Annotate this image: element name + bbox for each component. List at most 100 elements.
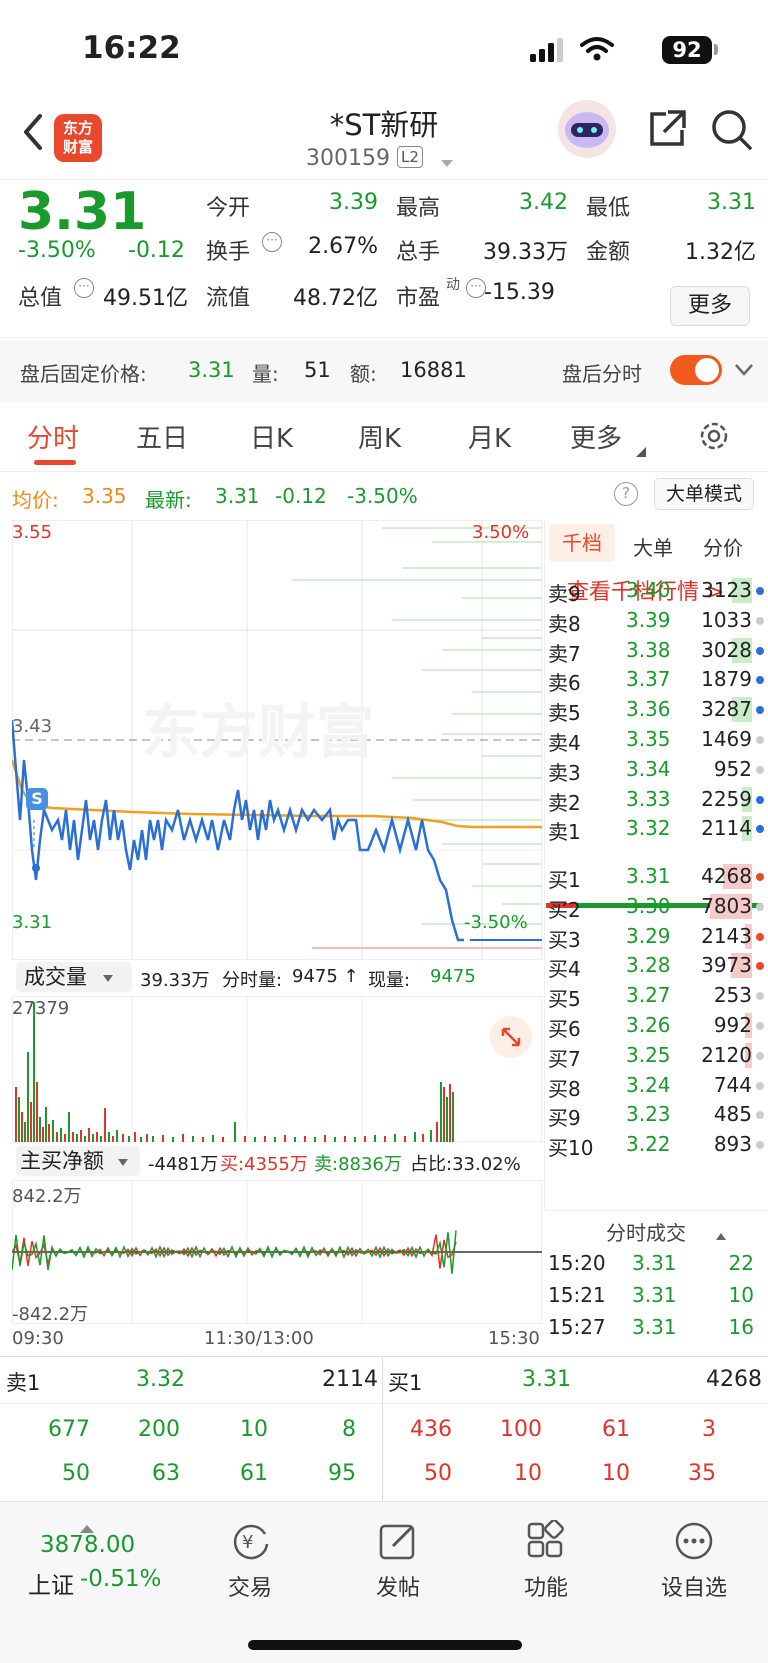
ask-row[interactable]: 卖9 3.40 3123 xyxy=(546,576,766,606)
volume-chart[interactable]: 27379 xyxy=(11,995,543,1143)
tab-dayk[interactable]: 日K xyxy=(250,418,293,455)
bid-row[interactable]: 买6 3.26 992 xyxy=(546,1011,766,1041)
level-volume: 2143 xyxy=(701,923,752,948)
volume-bar xyxy=(76,1134,78,1142)
settings-gear-icon[interactable] xyxy=(696,418,732,454)
robot-assistant-icon[interactable] xyxy=(558,100,616,158)
tab-fenshi[interactable]: 分时 xyxy=(27,418,79,455)
volume-bar xyxy=(443,1087,445,1142)
level-price: 3.26 xyxy=(626,1013,671,1037)
battery-tip xyxy=(714,44,718,55)
tick-volume: 16 xyxy=(728,1315,754,1339)
tab-weekk[interactable]: 周K xyxy=(358,418,401,455)
level-price: 3.31 xyxy=(626,864,671,888)
index-name[interactable]: 上证 xyxy=(28,1566,74,1600)
more-button[interactable]: 更多 xyxy=(670,286,750,326)
volume-bar xyxy=(48,1124,50,1142)
tab-fiveday[interactable]: 五日 xyxy=(136,418,188,455)
tab-fenjia[interactable]: 分价 xyxy=(703,532,743,561)
level-volume: 1033 xyxy=(701,607,752,632)
level-volume: 893 xyxy=(713,1132,752,1157)
volume-bar xyxy=(92,1134,94,1142)
big-order-mode-button[interactable]: 大单模式 xyxy=(654,478,754,510)
netbuy-selector[interactable]: 主买净额 xyxy=(16,1146,140,1176)
s-marker[interactable]: S xyxy=(26,788,48,810)
volume-bar xyxy=(446,1097,448,1142)
tab-dadan[interactable]: 大单 xyxy=(633,532,673,561)
share-icon[interactable] xyxy=(646,108,688,150)
bid-row[interactable]: 买3 3.29 2143 xyxy=(546,922,766,952)
expand-icon[interactable] xyxy=(490,1016,532,1058)
status-bar: 16:22 92 xyxy=(0,0,768,100)
bid-row[interactable]: 买7 3.25 2120 xyxy=(546,1041,766,1071)
nav-add-watchlist[interactable]: 设自选 xyxy=(634,1520,754,1602)
current-price: 3.31 xyxy=(18,182,147,242)
change-pct: -3.50% xyxy=(18,238,96,263)
volume-value: 39.33万 xyxy=(483,240,568,265)
chart-tabs: 分时 五日 日K 周K 月K 更多 xyxy=(0,402,768,472)
netbuy-chart[interactable]: 842.2万 -842.2万 xyxy=(11,1179,543,1325)
volume-bar xyxy=(108,1132,110,1142)
afterhours-label: 盘后固定价格: xyxy=(20,362,147,386)
volume-bar xyxy=(394,1134,396,1142)
stock-code: 300159 xyxy=(306,146,390,171)
ask-row[interactable]: 卖7 3.38 3028 xyxy=(546,636,766,666)
chevron-down-icon[interactable] xyxy=(734,362,754,381)
afterhours-toggle-label: 盘后分时 xyxy=(562,362,642,386)
level-cell: 200 xyxy=(138,1417,180,1442)
level-volume: 3973 xyxy=(701,953,752,978)
level-name: 卖2 xyxy=(548,790,581,815)
ask-row[interactable]: 卖6 3.37 1879 xyxy=(546,665,766,695)
bid-row[interactable]: 买5 3.27 253 xyxy=(546,981,766,1011)
bid-row[interactable]: 买10 3.22 893 xyxy=(546,1130,766,1160)
nav-function[interactable]: 功能 xyxy=(486,1519,606,1602)
level-name: 卖1 xyxy=(548,820,581,845)
level-cell: 61 xyxy=(240,1461,268,1486)
price-chart[interactable]: 东方财富 3.55 3.43 3.31 3.50% -3.50% S xyxy=(10,519,543,961)
tab-monthk[interactable]: 月K xyxy=(468,418,511,455)
volume-bar xyxy=(430,1130,432,1142)
svg-text:¥: ¥ xyxy=(242,1532,253,1553)
tab-qiandang[interactable]: 千档 xyxy=(549,524,615,562)
ticks-title[interactable]: 分时成交 xyxy=(606,1217,686,1246)
ask-row[interactable]: 卖2 3.33 2259 xyxy=(546,785,766,815)
latest-pct: -3.50% xyxy=(347,484,418,508)
volume-bar xyxy=(234,1122,236,1142)
volume-bar xyxy=(436,1122,438,1142)
nav-trade[interactable]: ¥ 交易 xyxy=(190,1520,310,1602)
nav-post[interactable]: 发帖 xyxy=(338,1520,458,1602)
level2-badge[interactable]: L2 xyxy=(397,146,423,168)
status-dot xyxy=(756,706,764,715)
search-icon[interactable] xyxy=(710,108,754,152)
ask-row[interactable]: 卖8 3.39 1033 xyxy=(546,606,766,636)
volume-selector[interactable]: 成交量 xyxy=(16,962,132,992)
tab-more[interactable]: 更多 xyxy=(570,418,622,455)
volume-bar xyxy=(374,1135,376,1142)
table-hline xyxy=(0,1403,768,1404)
volume-bar xyxy=(15,1087,17,1142)
bid-row[interactable]: 买4 3.28 3973 xyxy=(546,951,766,981)
level-cell: 95 xyxy=(328,1461,356,1486)
afterhours-toggle[interactable] xyxy=(670,355,722,385)
chevron-down-icon[interactable] xyxy=(440,154,454,173)
bottom-navbar: 3878.00 上证 -0.51% ¥ 交易 发帖 功能 设自选 xyxy=(0,1501,768,1663)
volume-bar xyxy=(422,1134,424,1142)
ask-row[interactable]: 卖4 3.35 1469 xyxy=(546,725,766,755)
ask-row[interactable]: 卖1 3.32 2114 xyxy=(546,814,766,844)
bid-row[interactable]: 买9 3.23 485 xyxy=(546,1100,766,1130)
bid-row[interactable]: 买8 3.24 744 xyxy=(546,1071,766,1101)
index-pct[interactable]: -0.51% xyxy=(80,1566,161,1592)
index-value[interactable]: 3878.00 xyxy=(40,1532,135,1558)
level-cell: 10 xyxy=(514,1461,542,1486)
ask-row[interactable]: 卖3 3.34 952 xyxy=(546,755,766,785)
bid-row[interactable]: 买1 3.31 4268 xyxy=(546,862,766,892)
ask-row[interactable]: 卖5 3.36 3287 xyxy=(546,695,766,725)
level-cell: 10 xyxy=(240,1417,268,1442)
info-icon[interactable]: ··· xyxy=(466,278,486,298)
netbuy-header: 主买净额 -4481万 买:4355万 卖:8836万 占比:33.02% xyxy=(12,1142,542,1178)
bid-row[interactable]: 买2 3.30 7803 xyxy=(546,892,766,922)
info-icon[interactable]: ··· xyxy=(74,278,94,298)
help-icon[interactable]: ? xyxy=(614,482,638,506)
info-icon[interactable]: ··· xyxy=(262,232,282,252)
level-name: 卖3 xyxy=(548,760,581,785)
